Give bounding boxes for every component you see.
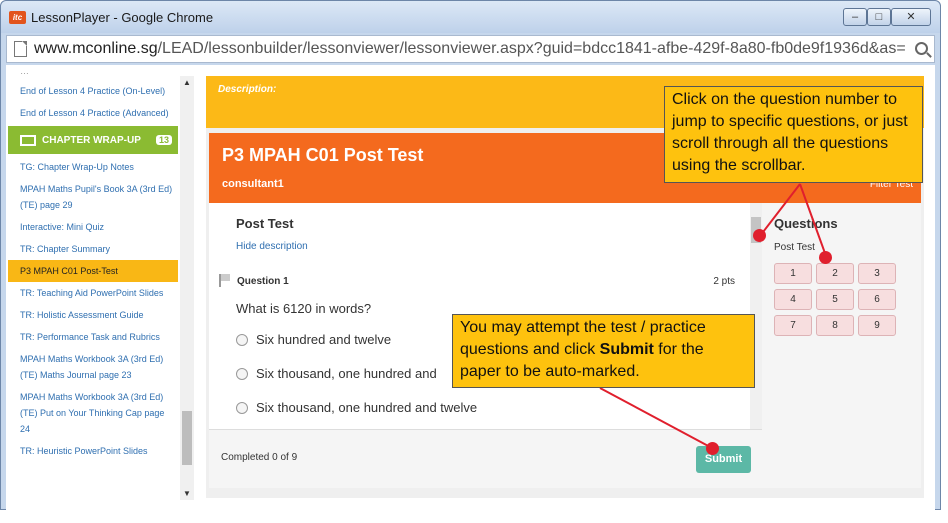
pointer-line bbox=[599, 387, 713, 449]
annotation-lines bbox=[599, 183, 827, 449]
pointer-line bbox=[759, 183, 801, 237]
annotation-marker bbox=[753, 229, 766, 242]
callout-question-navigation: Click on the question number to jump to … bbox=[664, 86, 923, 183]
callout-submit: You may attempt the test / practice ques… bbox=[452, 314, 755, 388]
annotation-marker bbox=[706, 442, 719, 455]
pointer-line bbox=[799, 183, 827, 257]
annotation-marker bbox=[819, 251, 832, 264]
